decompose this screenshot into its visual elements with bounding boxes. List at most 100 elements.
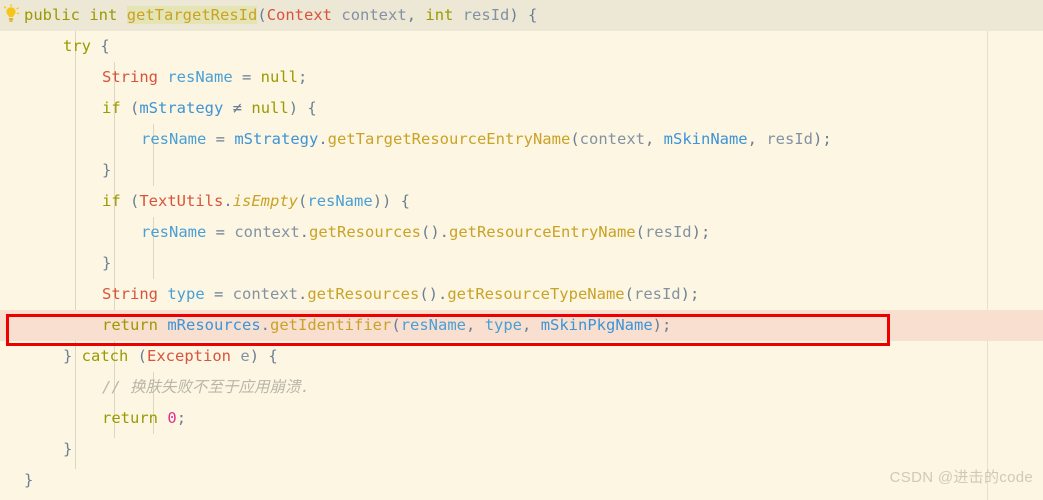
code-token: , xyxy=(747,130,767,148)
code-token: mStrategy xyxy=(234,130,319,148)
code-lines[interactable]: public int getTargetResId(Context contex… xyxy=(0,0,1043,496)
code-token: ( xyxy=(570,130,580,148)
code-token: ); xyxy=(813,130,832,148)
code-token: getResources xyxy=(309,223,421,241)
code-token: resId xyxy=(462,6,510,24)
code-token: resId xyxy=(633,285,681,303)
code-token: ( xyxy=(120,192,140,210)
code-line[interactable]: } xyxy=(0,155,1043,186)
code-token: // 换肤失败不至于应用崩溃. xyxy=(102,378,310,396)
code-token: resId xyxy=(644,223,692,241)
code-token: ( xyxy=(257,6,267,24)
code-line[interactable]: try { xyxy=(0,31,1043,62)
code-token: )) { xyxy=(372,192,411,210)
code-token: ); xyxy=(652,316,672,334)
code-line[interactable]: resName = context.getResources().getReso… xyxy=(0,217,1043,248)
code-token: ); xyxy=(680,285,700,303)
code-token: mSkinName xyxy=(663,130,748,148)
code-token: resId xyxy=(766,130,813,148)
code-token: , xyxy=(406,6,426,24)
code-token: context xyxy=(579,130,645,148)
code-line[interactable]: // 换肤失败不至于应用崩溃. xyxy=(0,372,1043,403)
code-token: TextUtils xyxy=(139,192,224,210)
code-token: if xyxy=(102,192,121,210)
code-token: return xyxy=(102,409,158,427)
code-token: null xyxy=(251,99,289,117)
code-token: resName xyxy=(167,68,233,86)
code-line[interactable]: resName = mStrategy.getTargetResourceEnt… xyxy=(0,124,1043,155)
code-token: String xyxy=(102,285,158,303)
code-token: } xyxy=(102,254,112,272)
code-line[interactable]: String type = context.getResources().get… xyxy=(0,279,1043,310)
code-token: . xyxy=(260,316,271,334)
code-token: ( xyxy=(391,316,401,334)
code-token: (). xyxy=(419,285,448,303)
code-token: ; xyxy=(298,68,308,86)
code-token: mResources xyxy=(167,316,261,334)
code-token: getTargetResId xyxy=(126,6,258,24)
code-line[interactable]: return 0; xyxy=(0,403,1043,434)
code-token: public xyxy=(24,6,80,24)
watermark: CSDN @进击的code xyxy=(889,469,1033,486)
code-token: , xyxy=(466,316,485,334)
code-line[interactable]: String resName = null; xyxy=(0,62,1043,93)
code-line[interactable]: return mResources.getIdentifier(resName,… xyxy=(0,310,1043,341)
code-token: context xyxy=(232,285,298,303)
code-line[interactable]: if (TextUtils.isEmpty(resName)) { xyxy=(0,186,1043,217)
code-token: } xyxy=(102,161,112,179)
code-token: resName xyxy=(400,316,467,334)
code-token: } xyxy=(63,440,73,458)
code-token: context xyxy=(341,6,407,24)
code-token: = xyxy=(204,285,233,303)
code-token: getIdentifier xyxy=(270,316,392,334)
code-token: } xyxy=(63,347,82,365)
code-line[interactable]: } xyxy=(0,465,1043,496)
code-editor[interactable]: public int getTargetResId(Context contex… xyxy=(0,0,1043,500)
code-token: return xyxy=(102,316,158,334)
code-token: if xyxy=(102,99,121,117)
code-token: ); xyxy=(691,223,711,241)
code-token: resName xyxy=(141,130,207,148)
code-token: ≠ xyxy=(232,99,243,117)
code-token: null xyxy=(260,68,298,86)
code-token: resName xyxy=(307,192,373,210)
code-token: ( xyxy=(120,99,140,117)
code-token: = xyxy=(206,223,235,241)
code-line[interactable]: } xyxy=(0,434,1043,465)
code-token: { xyxy=(91,37,110,55)
code-line[interactable]: if (mStrategy ≠ null) { xyxy=(0,93,1043,124)
code-token: isEmpty xyxy=(232,192,299,210)
lightbulb-icon-svg xyxy=(3,4,20,22)
code-token: (). xyxy=(420,223,449,241)
code-token: type xyxy=(167,285,205,303)
code-token: resName xyxy=(141,223,207,241)
code-token: Exception xyxy=(147,347,232,365)
code-token: ( xyxy=(128,347,148,365)
code-token: . xyxy=(298,285,308,303)
code-line[interactable]: } catch (Exception e) { xyxy=(0,341,1043,372)
code-line[interactable]: public int getTargetResId(Context contex… xyxy=(0,0,1043,31)
code-token: type xyxy=(484,316,523,334)
code-token: = xyxy=(206,130,235,148)
code-token: try xyxy=(63,37,91,55)
code-token: ) { xyxy=(288,99,317,117)
code-token: . xyxy=(318,130,328,148)
code-token: getTargetResourceEntryName xyxy=(327,130,571,148)
code-token: catch xyxy=(81,347,129,365)
code-token: e xyxy=(240,347,250,365)
code-token: context xyxy=(234,223,300,241)
code-token: . xyxy=(299,223,309,241)
lightbulb-icon[interactable] xyxy=(2,4,20,26)
code-token: mStrategy xyxy=(139,99,224,117)
code-token: ; xyxy=(176,409,187,427)
code-line[interactable]: } xyxy=(0,248,1043,279)
